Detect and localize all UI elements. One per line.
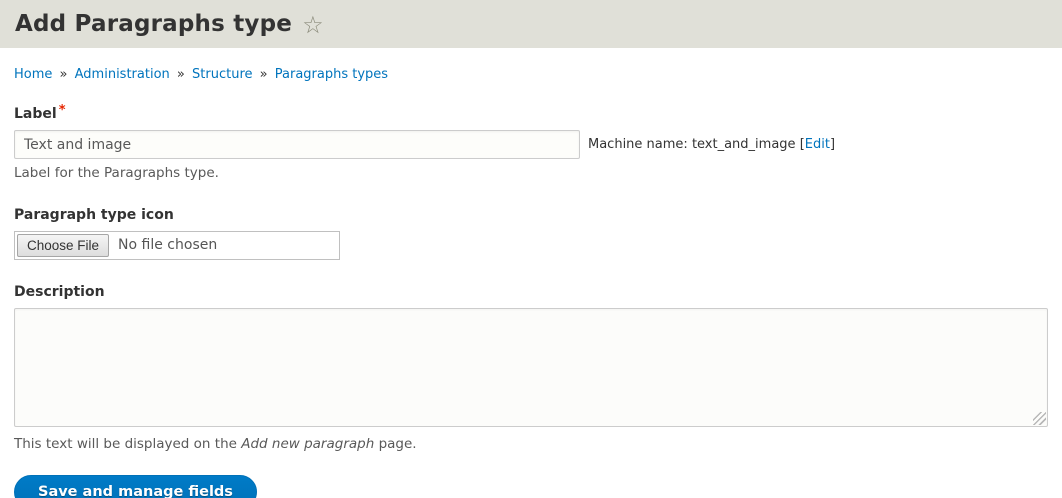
description-form-item: Description This text will be displayed …: [14, 281, 1048, 452]
favorite-star-icon[interactable]: ☆: [302, 13, 324, 37]
required-marker: *: [58, 103, 66, 118]
help-suffix: page.: [374, 435, 417, 452]
form-actions: Save and manage fields: [14, 474, 1048, 498]
main-content: Home » Administration » Structure » Para…: [0, 67, 1062, 498]
breadcrumb-link-administration[interactable]: Administration: [75, 67, 170, 82]
label-input[interactable]: [14, 130, 580, 159]
label-field-label: Label: [14, 106, 57, 122]
textarea-resize-handle[interactable]: [1033, 411, 1046, 425]
description-field-label: Description: [14, 283, 105, 300]
machine-name-prefix: Machine name:: [588, 137, 692, 152]
page-title: Add Paragraphs type: [15, 11, 293, 37]
breadcrumb-link-home[interactable]: Home: [14, 67, 52, 82]
breadcrumb-link-paragraphs-types[interactable]: Paragraphs types: [275, 67, 388, 82]
description-help-text: This text will be displayed on the Add n…: [14, 436, 1048, 452]
breadcrumb-separator: »: [176, 67, 185, 82]
icon-field-label: Paragraph type icon: [14, 206, 174, 223]
description-textarea[interactable]: [14, 307, 1048, 427]
help-italic: Add new paragraph: [241, 435, 375, 452]
label-field-description: Label for the Paragraphs type.: [14, 165, 219, 181]
file-input[interactable]: Choose File No file chosen: [14, 230, 340, 260]
help-prefix: This text will be displayed on the: [14, 435, 242, 452]
save-and-manage-fields-button[interactable]: Save and manage fields: [14, 474, 257, 498]
breadcrumb-separator: »: [59, 67, 68, 82]
machine-name-bracket-close: ]: [829, 137, 836, 152]
icon-form-item: Paragraph type icon Choose File No file …: [14, 204, 1048, 260]
machine-name-text: Machine name: text_and_image [Edit]: [588, 137, 835, 152]
machine-name-value: text_and_image: [691, 137, 796, 152]
machine-name-edit-link[interactable]: Edit: [805, 137, 830, 152]
file-status-text: No file chosen: [118, 237, 218, 254]
breadcrumb-link-structure[interactable]: Structure: [192, 67, 252, 82]
breadcrumb: Home » Administration » Structure » Para…: [14, 67, 1048, 82]
choose-file-button[interactable]: Choose File: [17, 233, 110, 257]
page-header: Add Paragraphs type ☆: [0, 0, 1062, 48]
label-form-item: Label* Machine name: text_and_image [Edi…: [14, 103, 1048, 183]
breadcrumb-separator: »: [259, 67, 268, 82]
